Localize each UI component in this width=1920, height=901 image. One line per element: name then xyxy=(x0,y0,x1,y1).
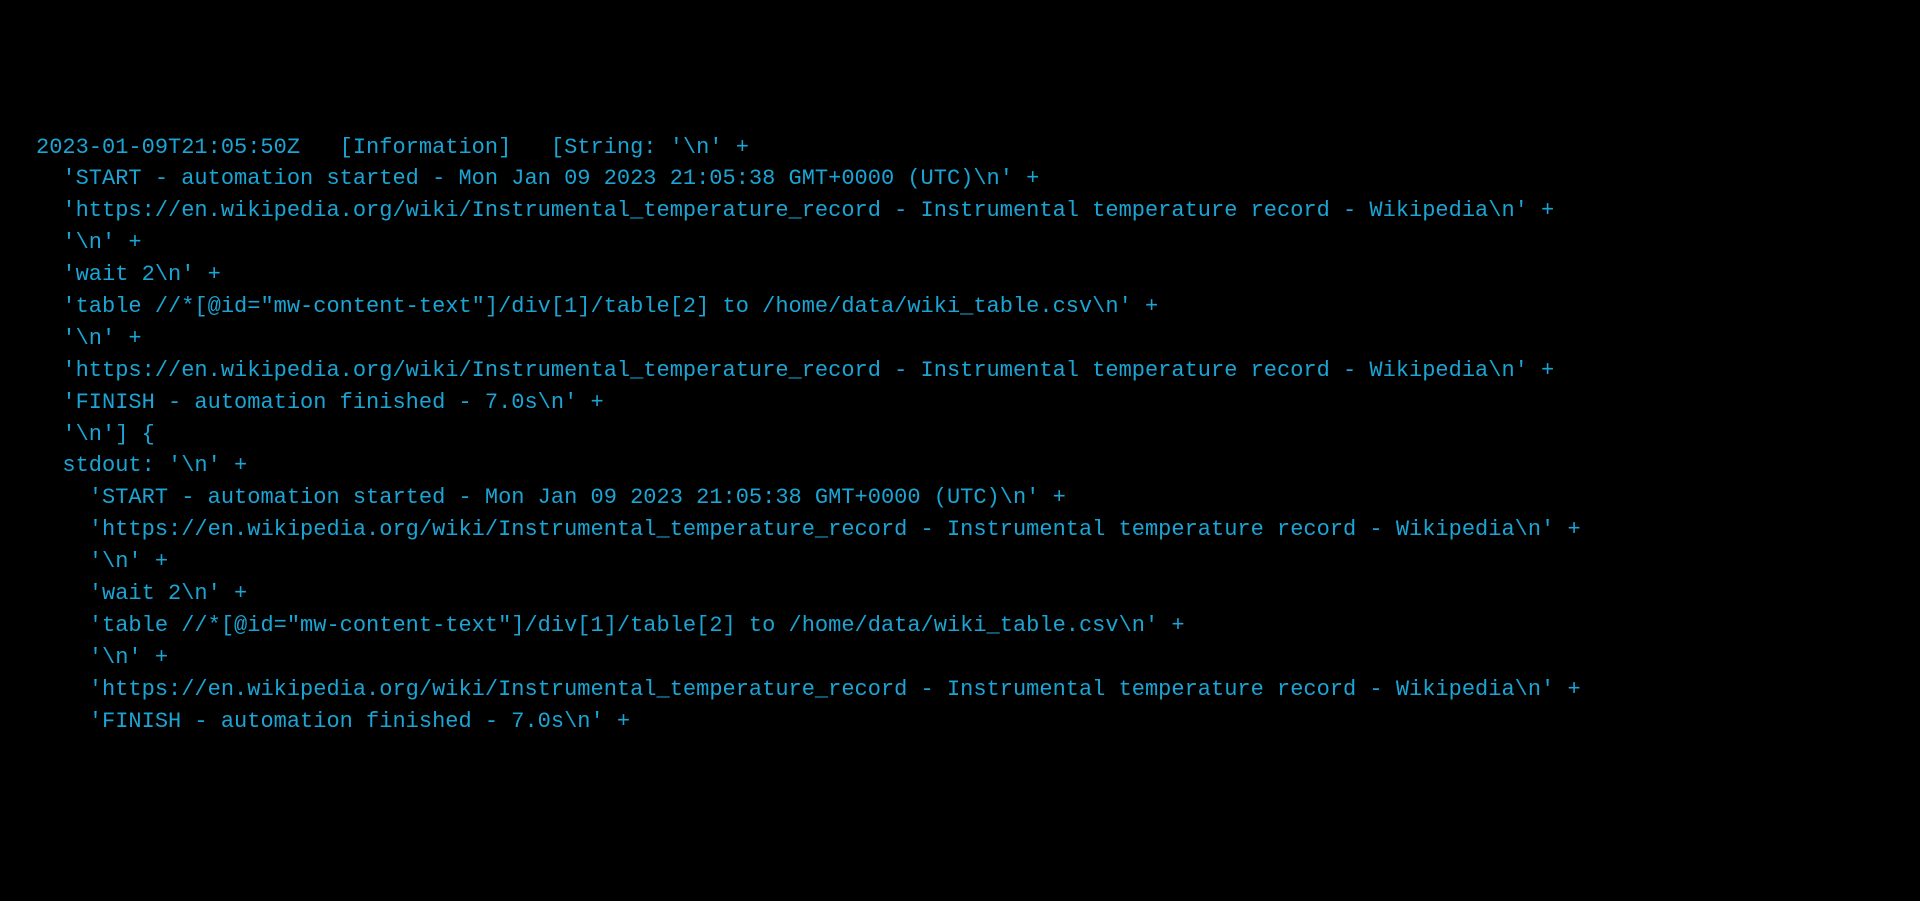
log-line: 'https://en.wikipedia.org/wiki/Instrumen… xyxy=(36,195,1920,227)
log-line: 2023-01-09T21:05:50Z [Information] [Stri… xyxy=(36,132,1920,164)
log-line: '\n' + xyxy=(36,546,1920,578)
log-line: '\n' + xyxy=(36,227,1920,259)
log-line: 'table //*[@id="mw-content-text"]/div[1]… xyxy=(36,610,1920,642)
log-line: 'https://en.wikipedia.org/wiki/Instrumen… xyxy=(36,355,1920,387)
log-line: 'wait 2\n' + xyxy=(36,259,1920,291)
log-line: 'START - automation started - Mon Jan 09… xyxy=(36,482,1920,514)
log-line: 'wait 2\n' + xyxy=(36,578,1920,610)
log-line: 'FINISH - automation finished - 7.0s\n' … xyxy=(36,387,1920,419)
log-line: 'table //*[@id="mw-content-text"]/div[1]… xyxy=(36,291,1920,323)
log-line: 'https://en.wikipedia.org/wiki/Instrumen… xyxy=(36,674,1920,706)
log-line: stdout: '\n' + xyxy=(36,450,1920,482)
log-line: '\n' + xyxy=(36,642,1920,674)
terminal-output: 2023-01-09T21:05:50Z [Information] [Stri… xyxy=(36,132,1920,738)
log-line: '\n'] { xyxy=(36,419,1920,451)
log-line: 'https://en.wikipedia.org/wiki/Instrumen… xyxy=(36,514,1920,546)
log-line: 'FINISH - automation finished - 7.0s\n' … xyxy=(36,706,1920,738)
log-line: 'START - automation started - Mon Jan 09… xyxy=(36,163,1920,195)
log-line: '\n' + xyxy=(36,323,1920,355)
